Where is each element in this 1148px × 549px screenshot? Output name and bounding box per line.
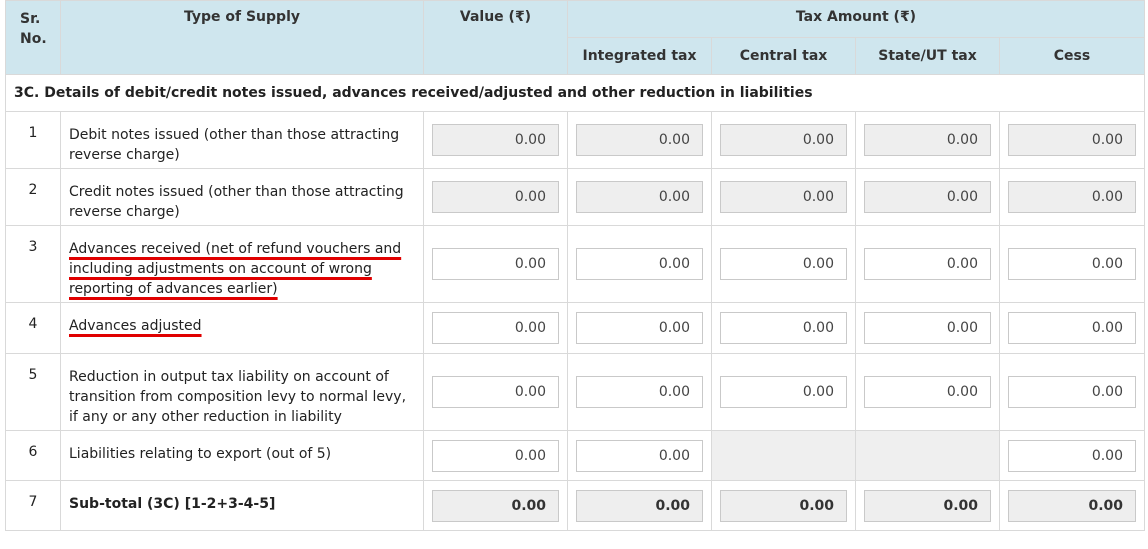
row-description: Advances adjusted (60, 302, 424, 354)
integrated-tax-input[interactable]: 0.00 (576, 248, 703, 280)
row-number: 6 (5, 430, 61, 481)
table-row: 5 Reduction in output tax liability on a… (5, 353, 1145, 431)
row-description-text: Advances received (net of refund voucher… (69, 241, 402, 297)
cess-field: 0.00 (1008, 124, 1136, 156)
integrated-tax-field: 0.00 (576, 181, 703, 213)
header-sr-no: Sr. No. (5, 0, 61, 75)
header-tax-amount: Tax Amount (₹) (567, 0, 1145, 38)
value-input[interactable]: 0.00 (432, 248, 559, 280)
row-description: Debit notes issued (other than those att… (60, 111, 424, 169)
cess-field: 0.00 (1008, 181, 1136, 213)
integrated-tax-input[interactable]: 0.00 (576, 312, 703, 344)
cess-input[interactable]: 0.00 (1008, 376, 1136, 408)
central-tax-field: 0.00 (720, 181, 847, 213)
integrated-tax-input[interactable]: 0.00 (576, 439, 703, 472)
central-tax-input[interactable]: 0.00 (720, 248, 847, 280)
value-field: 0.00 (432, 181, 559, 213)
state-ut-tax-input[interactable]: 0.00 (864, 248, 991, 280)
central-tax-input[interactable]: 0.00 (720, 376, 847, 408)
row-description: Sub-total (3C) [1-2+3-4-5] (60, 480, 424, 531)
value-input[interactable]: 0.00 (432, 439, 559, 472)
integrated-tax-input[interactable]: 0.00 (576, 376, 703, 408)
integrated-tax-subtotal: 0.00 (576, 489, 703, 522)
row-number: 5 (5, 353, 61, 431)
state-ut-tax-input[interactable]: 0.00 (864, 312, 991, 344)
row-number: 4 (5, 302, 61, 354)
row-number: 3 (5, 225, 61, 303)
row-number: 7 (5, 480, 61, 531)
row-number: 1 (5, 111, 61, 169)
value-input[interactable]: 0.00 (432, 312, 559, 344)
header-type-of-supply: Type of Supply (60, 0, 424, 75)
state-ut-tax-field: 0.00 (864, 181, 991, 213)
header-central-tax: Central tax (711, 37, 856, 75)
section-title: 3C. Details of debit/credit notes issued… (5, 74, 1145, 112)
cess-input[interactable]: 0.00 (1008, 312, 1136, 344)
header-state-ut-tax: State/UT tax (855, 37, 1000, 75)
central-tax-field: 0.00 (720, 124, 847, 156)
cess-input[interactable]: 0.00 (1008, 439, 1136, 472)
subtotal-row: 7 Sub-total (3C) [1-2+3-4-5] 0.00 0.00 0… (5, 480, 1145, 531)
state-ut-tax-input[interactable]: 0.00 (864, 376, 991, 408)
table-row: 4 Advances adjusted 0.00 0.00 0.00 0.00 … (5, 302, 1145, 354)
central-tax-input[interactable]: 0.00 (720, 312, 847, 344)
row-description-text: Advances adjusted (69, 318, 202, 334)
header-cess: Cess (999, 37, 1145, 75)
header-value: Value (₹) (423, 0, 568, 75)
value-input[interactable]: 0.00 (432, 376, 559, 408)
row-description: Credit notes issued (other than those at… (60, 168, 424, 226)
value-field: 0.00 (432, 124, 559, 156)
integrated-tax-field: 0.00 (576, 124, 703, 156)
table-row: 1 Debit notes issued (other than those a… (5, 111, 1145, 169)
liabilities-table: Sr. No. Type of Supply Value (₹) Tax Amo… (5, 0, 1145, 531)
state-ut-tax-subtotal: 0.00 (864, 489, 991, 522)
row-description: Reduction in output tax liability on acc… (60, 353, 424, 431)
row-number: 2 (5, 168, 61, 226)
value-subtotal: 0.00 (432, 489, 559, 522)
central-tax-subtotal: 0.00 (720, 489, 847, 522)
header-integrated-tax: Integrated tax (567, 37, 712, 75)
table-row: 2 Credit notes issued (other than those … (5, 168, 1145, 226)
row-description: Advances received (net of refund voucher… (60, 225, 424, 303)
table-row: 6 Liabilities relating to export (out of… (5, 430, 1145, 481)
state-ut-tax-disabled-cell (855, 430, 1000, 481)
cess-input[interactable]: 0.00 (1008, 248, 1136, 280)
table-row: 3 Advances received (net of refund vouch… (5, 225, 1145, 303)
state-ut-tax-field: 0.00 (864, 124, 991, 156)
cess-subtotal: 0.00 (1008, 489, 1136, 522)
central-tax-disabled-cell (711, 430, 856, 481)
row-description: Liabilities relating to export (out of 5… (60, 430, 424, 481)
